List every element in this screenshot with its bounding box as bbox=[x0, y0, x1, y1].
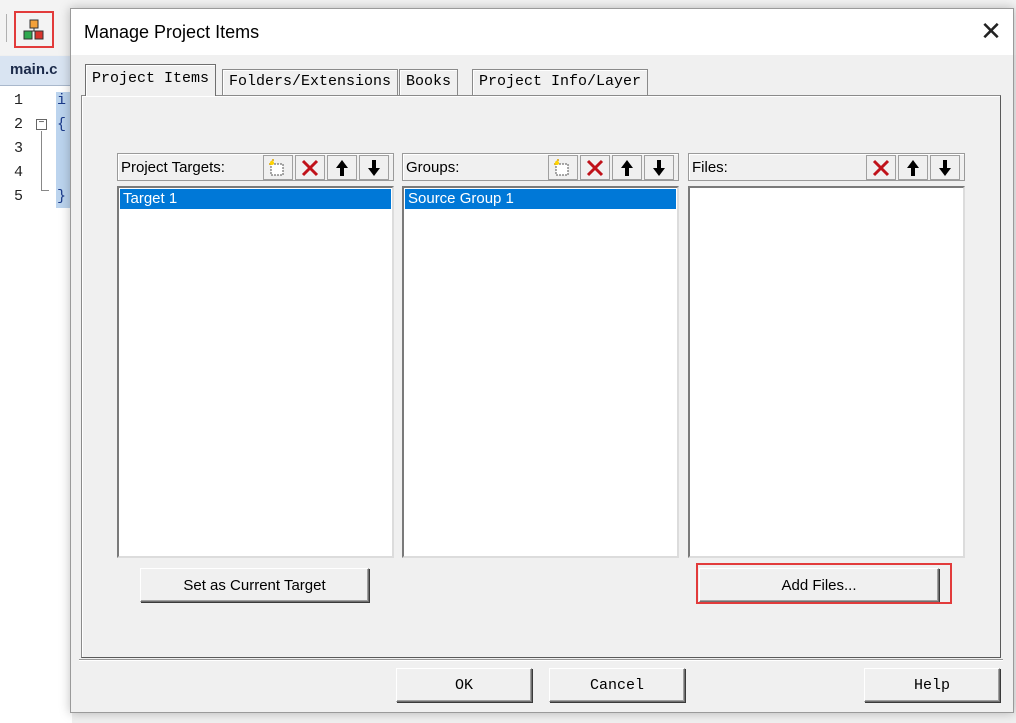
files-list[interactable] bbox=[688, 186, 965, 558]
add-files-button[interactable]: Add Files... bbox=[699, 568, 939, 602]
list-item[interactable]: Source Group 1 bbox=[405, 189, 676, 209]
delete-group-button[interactable] bbox=[580, 155, 610, 180]
project-items-icon bbox=[23, 19, 44, 40]
manage-project-items-button[interactable] bbox=[14, 11, 54, 48]
file-tab-main-c[interactable]: main.c bbox=[0, 56, 72, 86]
new-target-button[interactable] bbox=[263, 155, 293, 180]
move-file-up-button[interactable] bbox=[898, 155, 928, 180]
project-targets-label: Project Targets: bbox=[121, 159, 225, 176]
line-number: 2 bbox=[14, 116, 24, 133]
code-line: } bbox=[57, 188, 67, 205]
fold-guide-end bbox=[41, 190, 49, 191]
delete-icon bbox=[586, 159, 604, 176]
new-group-button[interactable] bbox=[548, 155, 578, 180]
toolbar-separator bbox=[6, 14, 7, 42]
project-targets-list[interactable]: Target 1 bbox=[117, 186, 394, 558]
tab-books[interactable]: Books bbox=[399, 69, 459, 95]
tab-project-info-layer[interactable]: Project Info/Layer bbox=[472, 69, 649, 95]
code-line: i bbox=[57, 92, 67, 109]
move-down-icon bbox=[653, 159, 665, 176]
set-current-target-button[interactable]: Set as Current Target bbox=[140, 568, 369, 602]
move-down-icon bbox=[939, 159, 951, 176]
fold-toggle-icon[interactable]: − bbox=[36, 119, 47, 130]
move-target-down-button[interactable] bbox=[359, 155, 389, 180]
new-icon bbox=[554, 158, 569, 175]
move-down-icon bbox=[368, 159, 380, 176]
groups-list[interactable]: Source Group 1 bbox=[402, 186, 679, 558]
delete-target-button[interactable] bbox=[295, 155, 325, 180]
footer-divider bbox=[79, 659, 1003, 661]
groups-header: Groups: bbox=[402, 153, 679, 181]
ok-button[interactable]: OK bbox=[396, 668, 532, 702]
line-number: 1 bbox=[14, 92, 24, 109]
code-line: { bbox=[57, 116, 67, 133]
files-header: Files: bbox=[688, 153, 965, 181]
move-up-icon bbox=[621, 159, 633, 176]
move-target-up-button[interactable] bbox=[327, 155, 357, 180]
move-up-icon bbox=[907, 159, 919, 176]
cancel-button[interactable]: Cancel bbox=[549, 668, 685, 702]
list-item[interactable]: Target 1 bbox=[120, 189, 391, 209]
move-group-down-button[interactable] bbox=[644, 155, 674, 180]
project-targets-header: Project Targets: bbox=[117, 153, 394, 181]
dialog-title: Manage Project Items bbox=[84, 22, 260, 42]
tab-folders-extensions[interactable]: Folders/Extensions bbox=[222, 69, 399, 95]
manage-project-items-dialog: Manage Project Items ✕ Project Items Fol… bbox=[70, 8, 1014, 713]
project-items-panel: Project Targets: Target 1 Groups: Source… bbox=[81, 95, 1001, 658]
help-button[interactable]: Help bbox=[864, 668, 1000, 702]
delete-file-button[interactable] bbox=[866, 155, 896, 180]
tab-project-items[interactable]: Project Items bbox=[85, 64, 217, 96]
line-number: 3 bbox=[14, 140, 24, 157]
move-file-down-button[interactable] bbox=[930, 155, 960, 180]
delete-icon bbox=[301, 159, 319, 176]
line-number: 4 bbox=[14, 164, 24, 181]
move-group-up-button[interactable] bbox=[612, 155, 642, 180]
close-icon[interactable]: ✕ bbox=[973, 15, 1009, 51]
code-editor[interactable]: 1 2 3 4 5 − i { } bbox=[0, 86, 72, 723]
dialog-titlebar[interactable]: Manage Project Items ✕ bbox=[71, 9, 1013, 55]
new-icon bbox=[269, 158, 284, 175]
fold-guide bbox=[41, 131, 42, 191]
delete-icon bbox=[872, 159, 890, 176]
move-up-icon bbox=[336, 159, 348, 176]
files-label: Files: bbox=[692, 159, 728, 176]
line-number: 5 bbox=[14, 188, 24, 205]
groups-label: Groups: bbox=[406, 159, 460, 176]
